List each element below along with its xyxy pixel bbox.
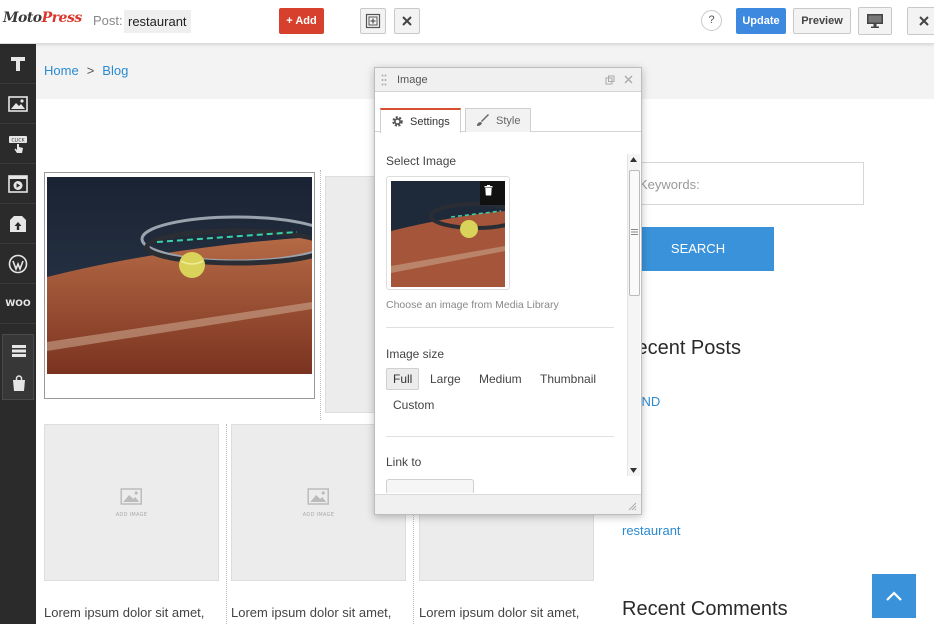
image-icon [120, 487, 143, 505]
search-button[interactable]: SEARCH [622, 227, 774, 271]
scrollbar-thumb[interactable] [629, 170, 640, 296]
woocommerce-widget-button[interactable]: WOO [0, 284, 36, 324]
scroll-to-top-button[interactable] [872, 574, 916, 618]
add-button[interactable]: + Add [279, 8, 324, 34]
search-input[interactable]: Keywords: [622, 162, 864, 205]
select-image-label: Select Image [386, 154, 457, 168]
video-player-icon [8, 174, 28, 193]
click-button-icon: CLICK [9, 135, 27, 153]
gear-icon [392, 116, 403, 127]
exit-button[interactable] [907, 7, 934, 35]
add-image-prompt: ADD IMAGE [303, 487, 335, 518]
chevron-up-icon [886, 591, 902, 601]
column-guide [226, 424, 227, 624]
close-icon [919, 16, 929, 26]
dialog-title: Image [397, 74, 428, 86]
resize-grip-icon[interactable] [628, 502, 637, 511]
motopress-logo[interactable]: MotoPress [3, 10, 82, 26]
woocommerce-icon: WOO [5, 298, 31, 309]
section-divider [386, 327, 614, 328]
button-widget-button[interactable]: CLICK [0, 124, 36, 164]
text-widget-button[interactable] [0, 44, 36, 84]
preview-button[interactable]: Preview [793, 8, 851, 34]
grip-icon [631, 229, 638, 235]
size-option-large[interactable]: Large [424, 369, 467, 389]
dialog-tabs: Settings Style [375, 92, 641, 133]
scroll-up-arrow-icon[interactable] [630, 157, 637, 162]
drag-handle-icon[interactable] [381, 74, 387, 86]
recent-comments-title: Recent Comments [622, 598, 788, 620]
wordpress-icon [8, 254, 28, 273]
widget-toolbar: CLICK WOO [0, 44, 36, 624]
image-settings-dialog: Image Settings Style Select Image Choose… [374, 67, 642, 515]
close-icon [402, 16, 412, 26]
image-thumbnail[interactable] [386, 176, 510, 290]
image-icon [8, 95, 28, 112]
image-size-label: Image size [386, 347, 445, 361]
device-switch-button[interactable] [858, 7, 892, 35]
post-name-field[interactable]: restaurant [124, 10, 191, 33]
top-bar: MotoPress Post: restaurant + Add ? Updat… [0, 0, 934, 44]
choose-image-hint: Choose an image from Media Library [386, 299, 559, 311]
breadcrumb-separator: > [86, 63, 95, 78]
layout-widget-button[interactable] [3, 335, 35, 367]
link-to-label: Link to [386, 455, 422, 469]
close-editor-button[interactable] [394, 8, 420, 34]
image-placeholder[interactable] [325, 176, 380, 413]
tennis-photo [47, 177, 312, 374]
add-row-button[interactable] [360, 8, 386, 34]
update-button[interactable]: Update [736, 8, 786, 34]
wordpress-widget-button[interactable] [0, 244, 36, 284]
shop-widget-button[interactable] [3, 367, 35, 399]
help-button[interactable]: ? [701, 10, 722, 31]
breadcrumb: Home > Blog [44, 63, 128, 78]
dialog-footer [375, 494, 641, 514]
post-label: Post: [93, 13, 123, 28]
link-to-select[interactable] [386, 479, 474, 493]
tab-style[interactable]: Style [465, 108, 532, 132]
trash-icon [484, 185, 493, 196]
image-widget-button[interactable] [0, 84, 36, 124]
extra-widget-group [2, 334, 34, 400]
upload-widget-button[interactable] [0, 204, 36, 244]
tab-settings[interactable]: Settings [380, 108, 461, 133]
selected-image-widget[interactable] [44, 172, 315, 399]
image-placeholder[interactable]: ADD IMAGE [44, 424, 219, 581]
add-row-icon [365, 13, 381, 29]
section-divider [386, 436, 614, 437]
close-icon[interactable] [624, 75, 633, 84]
recent-post-link[interactable]: restaurant [622, 523, 681, 538]
panel-scrollbar[interactable] [627, 154, 640, 476]
post-excerpt: Lorem ipsum dolor sit amet, [231, 605, 392, 620]
shopping-bag-icon [13, 375, 25, 391]
detach-icon[interactable] [605, 75, 615, 85]
scroll-down-arrow-icon[interactable] [630, 468, 637, 473]
size-option-custom[interactable]: Custom [387, 395, 440, 415]
size-option-thumbnail[interactable]: Thumbnail [534, 369, 602, 389]
text-t-icon [11, 56, 25, 71]
list-layout-icon [12, 345, 26, 357]
post-excerpt: Lorem ipsum dolor sit amet, [44, 605, 205, 620]
breadcrumb-home-link[interactable]: Home [44, 63, 79, 78]
column-guide [320, 170, 321, 420]
image-icon [307, 487, 330, 505]
box-upload-icon [10, 215, 26, 232]
dialog-header[interactable]: Image [375, 68, 641, 92]
media-widget-button[interactable] [0, 164, 36, 204]
add-image-prompt: ADD IMAGE [116, 487, 148, 518]
desktop-monitor-icon [867, 14, 883, 28]
post-excerpt: Lorem ipsum dolor sit amet, [419, 605, 580, 620]
size-option-full[interactable]: Full [386, 368, 420, 390]
breadcrumb-blog-link[interactable]: Blog [102, 63, 128, 78]
size-option-medium[interactable]: Medium [473, 369, 528, 389]
remove-image-button[interactable] [480, 181, 505, 205]
paintbrush-icon [477, 114, 489, 126]
svg-text:CLICK: CLICK [11, 137, 25, 143]
